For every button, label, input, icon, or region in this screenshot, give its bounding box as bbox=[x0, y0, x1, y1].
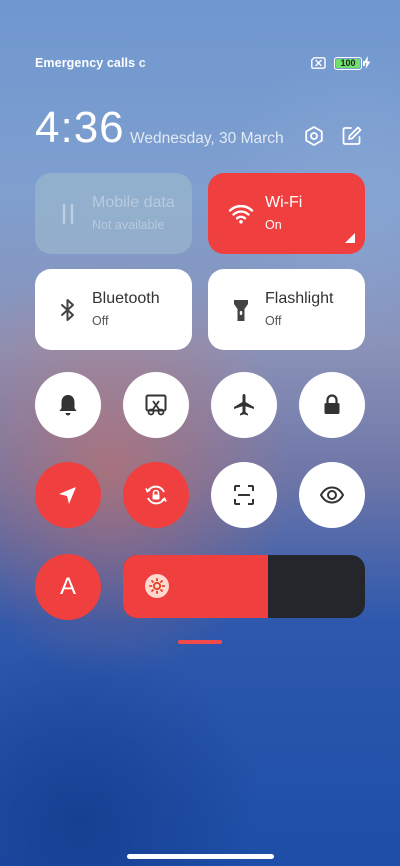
rotation-lock-icon bbox=[145, 485, 167, 505]
flashlight-tile[interactable]: Flashlight Off bbox=[208, 269, 365, 350]
carrier-text: Emergency calls c bbox=[35, 56, 146, 70]
settings-hexagon-icon[interactable] bbox=[303, 125, 325, 147]
data-arrows-icon bbox=[62, 203, 74, 225]
brightness-slider[interactable] bbox=[123, 555, 365, 618]
airplane-icon bbox=[234, 394, 254, 416]
wifi-status: On bbox=[265, 218, 282, 232]
flashlight-icon bbox=[234, 300, 248, 321]
panel-drag-handle[interactable] bbox=[178, 640, 222, 644]
reading-mode-toggle[interactable] bbox=[299, 462, 365, 528]
clock: 4:36 bbox=[35, 103, 125, 152]
battery-indicator: 100 bbox=[334, 57, 365, 70]
bluetooth-tile[interactable]: Bluetooth Off bbox=[35, 269, 192, 350]
carrier-suffix: c bbox=[138, 56, 146, 70]
expand-corner-icon[interactable] bbox=[345, 233, 355, 243]
bluetooth-label: Bluetooth bbox=[92, 290, 160, 307]
flashlight-status: Off bbox=[265, 314, 282, 328]
rotation-lock-toggle[interactable] bbox=[123, 462, 189, 528]
carrier-label: Emergency calls bbox=[35, 56, 136, 70]
brightness-sun-icon bbox=[145, 574, 169, 598]
screenshot-icon bbox=[145, 394, 167, 416]
wifi-icon bbox=[228, 204, 254, 224]
mobile-data-tile[interactable]: Mobile data Not available bbox=[35, 173, 192, 254]
eye-icon bbox=[319, 486, 345, 504]
bolt-icon bbox=[363, 56, 371, 69]
screenshot-toggle[interactable] bbox=[123, 372, 189, 438]
airplane-mode-toggle[interactable] bbox=[211, 372, 277, 438]
location-toggle[interactable] bbox=[35, 462, 101, 528]
auto-brightness-letter: A bbox=[59, 573, 76, 600]
bluetooth-status: Off bbox=[92, 314, 109, 328]
location-icon bbox=[59, 487, 76, 504]
bell-icon bbox=[59, 395, 77, 416]
flashlight-label: Flashlight bbox=[265, 290, 334, 307]
auto-brightness-button[interactable]: A bbox=[35, 554, 101, 620]
battery-level-text: 100 bbox=[340, 58, 356, 68]
edit-icon[interactable] bbox=[341, 125, 363, 147]
wifi-tile[interactable]: Wi-Fi On bbox=[208, 173, 365, 254]
sim-error-icon bbox=[311, 57, 326, 69]
sound-toggle[interactable] bbox=[35, 372, 101, 438]
date: Wednesday, 30 March bbox=[130, 130, 284, 147]
lock-icon bbox=[324, 394, 340, 414]
wifi-label: Wi-Fi bbox=[265, 194, 303, 211]
bluetooth-icon bbox=[61, 299, 74, 321]
status-bar: Emergency calls c 100 bbox=[35, 56, 371, 72]
scanner-toggle[interactable] bbox=[211, 462, 277, 528]
home-indicator[interactable] bbox=[127, 854, 274, 859]
lock-screen-toggle[interactable] bbox=[299, 372, 365, 438]
mobile-data-status: Not available bbox=[92, 218, 165, 232]
mobile-data-label: Mobile data bbox=[92, 194, 175, 211]
scanner-icon bbox=[234, 485, 254, 505]
